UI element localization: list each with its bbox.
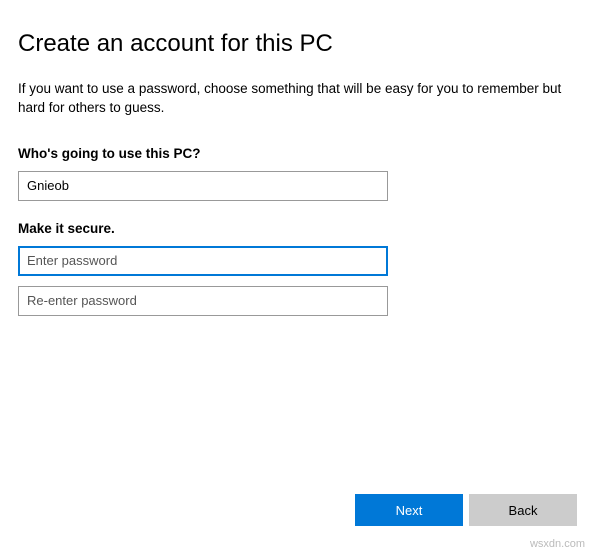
back-button[interactable]: Back [469,494,577,526]
username-section: Who's going to use this PC? [18,146,577,201]
password-section: Make it secure. [18,221,577,316]
page-subtitle: If you want to use a password, choose so… [18,80,577,118]
username-input[interactable] [18,171,388,201]
confirm-password-input[interactable] [18,286,388,316]
next-button[interactable]: Next [355,494,463,526]
footer-buttons: Next Back [355,494,577,526]
page-title: Create an account for this PC [18,30,577,58]
watermark: wsxdn.com [530,538,585,550]
password-label: Make it secure. [18,221,577,236]
password-input[interactable] [18,246,388,276]
username-label: Who's going to use this PC? [18,146,577,161]
